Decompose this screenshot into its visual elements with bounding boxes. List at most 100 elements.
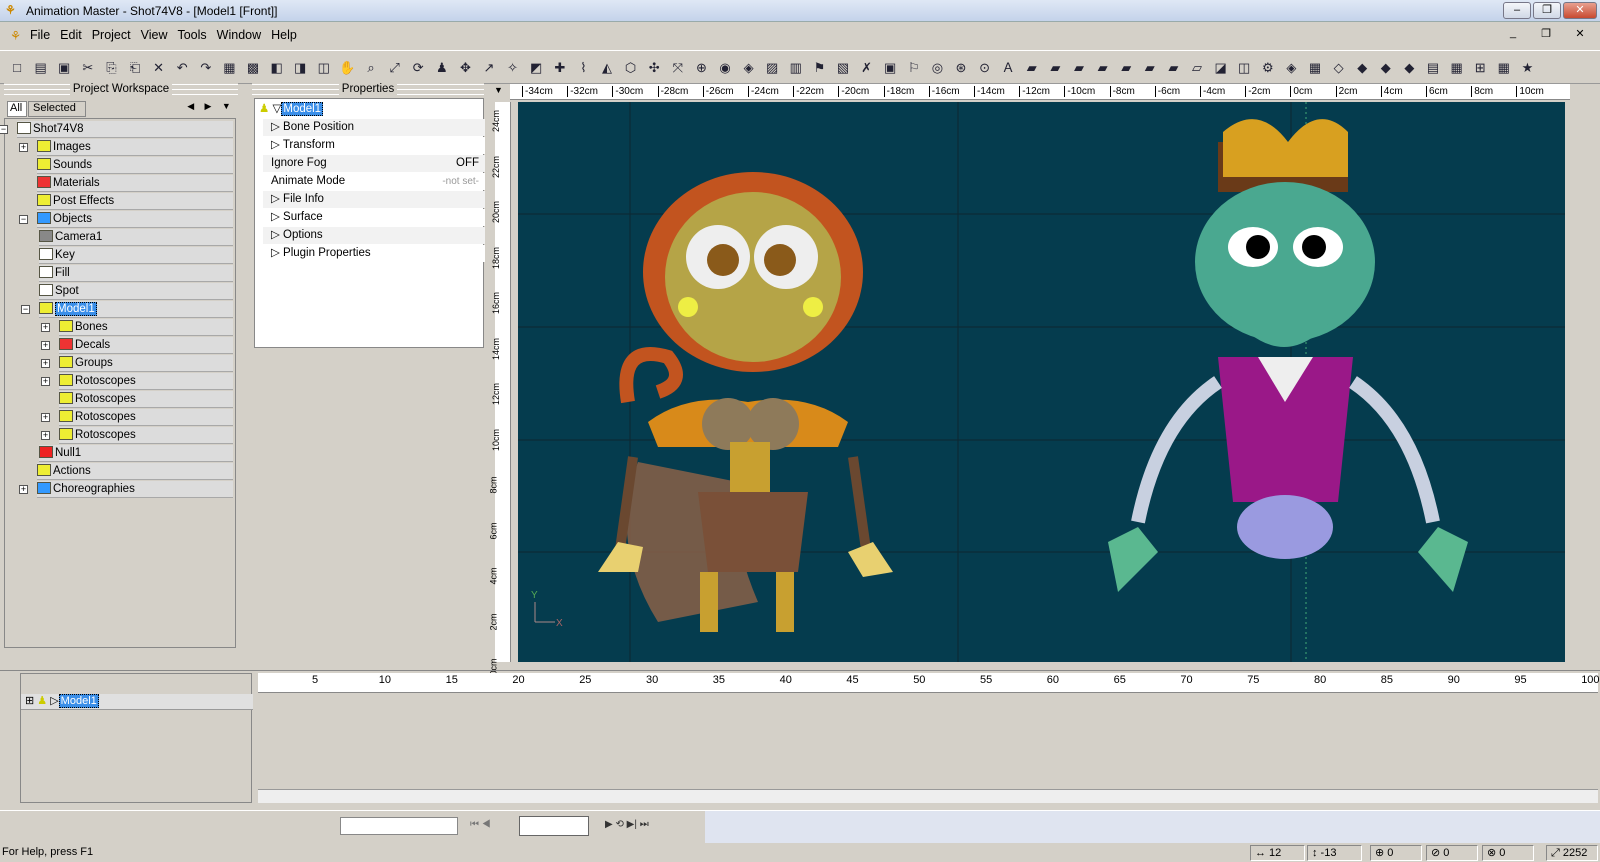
expand-toggle[interactable]: − xyxy=(19,215,28,224)
toolbar-icon[interactable]: ↷ xyxy=(197,59,215,77)
toolbar-icon[interactable]: ⎘ xyxy=(102,59,120,77)
property-row[interactable]: ▷ Bone Position xyxy=(263,119,485,136)
toolbar-icon[interactable]: ⌕ xyxy=(362,59,380,77)
mdi-close-button[interactable]: ✕ xyxy=(1570,27,1590,43)
toolbar-icon[interactable]: ▰ xyxy=(1117,59,1135,77)
toolbar-icon[interactable]: ◫ xyxy=(1235,59,1253,77)
tree-item[interactable]: Rotoscopes xyxy=(59,373,233,390)
tree-item[interactable]: Null1 xyxy=(39,445,233,462)
toolbar-icon[interactable]: ✂ xyxy=(79,59,97,77)
toolbar-icon[interactable]: ✋ xyxy=(338,59,356,77)
toolbar-icon[interactable]: ▣ xyxy=(881,59,899,77)
toolbar-icon[interactable]: ▰ xyxy=(1046,59,1064,77)
toolbar-icon[interactable]: ⚙ xyxy=(1259,59,1277,77)
tree-item[interactable]: Spot xyxy=(39,283,233,300)
close-button[interactable]: ✕ xyxy=(1563,2,1597,19)
toolbar-icon[interactable]: ▰ xyxy=(1141,59,1159,77)
toolbar-icon[interactable]: ⟳ xyxy=(409,59,427,77)
toolbar-icon[interactable]: ◆ xyxy=(1377,59,1395,77)
tree-item[interactable]: Bones xyxy=(59,319,233,336)
toolbar-icon[interactable]: ✣ xyxy=(645,59,663,77)
toolbar-icon[interactable]: ▰ xyxy=(1070,59,1088,77)
expand-toggle[interactable]: + xyxy=(41,323,50,332)
playback-forward-buttons[interactable]: ▶ ⟲ ▶| ⏭ xyxy=(605,819,649,830)
toolbar-icon[interactable]: ✚ xyxy=(551,59,569,77)
tree-item[interactable]: Model1 xyxy=(39,301,233,318)
toolbar-icon[interactable]: ▱ xyxy=(1188,59,1206,77)
toolbar-icon[interactable]: ◧ xyxy=(268,59,286,77)
expand-toggle[interactable]: + xyxy=(41,413,50,422)
toolbar-icon[interactable]: ◭ xyxy=(598,59,616,77)
ruler-dropdown[interactable]: ▼ xyxy=(494,85,503,95)
toolbar-icon[interactable]: ◫ xyxy=(315,59,333,77)
expand-toggle[interactable]: + xyxy=(19,143,28,152)
tree-item[interactable]: Groups xyxy=(59,355,233,372)
toolbar-icon[interactable]: ▦ xyxy=(1495,59,1513,77)
toolbar-icon[interactable]: ◉ xyxy=(716,59,734,77)
character-left[interactable] xyxy=(598,172,893,632)
toolbar-icon[interactable]: ⤢ xyxy=(386,59,404,77)
toolbar-icon[interactable]: ◈ xyxy=(1282,59,1300,77)
tree-item[interactable]: Choreographies xyxy=(37,481,233,498)
tree-item[interactable]: Sounds xyxy=(37,157,233,174)
expand-toggle[interactable]: − xyxy=(0,125,8,134)
toolbar-icon[interactable]: ◩ xyxy=(527,59,545,77)
tree-item[interactable]: Rotoscopes xyxy=(59,391,233,408)
property-row[interactable]: ▷ Plugin Properties xyxy=(263,245,485,262)
tab-nav-buttons[interactable]: ◀ ▶ ▼ xyxy=(182,101,236,117)
toolbar-icon[interactable]: ▦ xyxy=(220,59,238,77)
toolbar-icon[interactable]: ▨ xyxy=(763,59,781,77)
toolbar-icon[interactable]: ▤ xyxy=(32,59,50,77)
tree-item[interactable]: Materials xyxy=(37,175,233,192)
menu-project[interactable]: Project xyxy=(92,28,131,42)
property-row[interactable]: Animate Mode -not set- xyxy=(263,173,485,190)
frame-input[interactable] xyxy=(519,816,589,836)
toolbar-icon[interactable]: ◨ xyxy=(291,59,309,77)
expand-toggle[interactable]: + xyxy=(19,485,28,494)
toolbar-icon[interactable]: ✗ xyxy=(858,59,876,77)
tree-item[interactable]: Camera1 xyxy=(39,229,233,246)
property-row[interactable]: ▷ Surface xyxy=(263,209,485,226)
toolbar-icon[interactable]: ⊕ xyxy=(692,59,710,77)
toolbar-icon[interactable]: ⬡ xyxy=(622,59,640,77)
toolbar-icon[interactable]: ⎗ xyxy=(126,59,144,77)
tree-item[interactable]: Images xyxy=(37,139,233,156)
frame-slider[interactable] xyxy=(340,817,458,835)
toolbar-icon[interactable]: ◇ xyxy=(1330,59,1348,77)
toolbar-icon[interactable]: ✧ xyxy=(504,59,522,77)
tree-item[interactable]: Actions xyxy=(37,463,233,480)
toolbar-icon[interactable]: ◎ xyxy=(928,59,946,77)
toolbar-icon[interactable]: ◆ xyxy=(1400,59,1418,77)
toolbar-icon[interactable]: ★ xyxy=(1518,59,1536,77)
track-row[interactable]: ⊞ ♟ ▷ Model1 xyxy=(21,694,253,710)
tree-item[interactable]: Post Effects xyxy=(37,193,233,210)
toolbar-icon[interactable]: ▦ xyxy=(1306,59,1324,77)
toolbar-icon[interactable]: ↗ xyxy=(480,59,498,77)
expand-toggle[interactable]: − xyxy=(21,305,30,314)
timeline-area[interactable] xyxy=(258,694,1598,789)
property-row[interactable]: ▷ File Info xyxy=(263,191,485,208)
tree-item[interactable]: Objects xyxy=(37,211,233,228)
property-row[interactable]: Ignore Fog OFF xyxy=(263,155,485,172)
menu-help[interactable]: Help xyxy=(271,28,297,42)
toolbar-icon[interactable]: ⚐ xyxy=(905,59,923,77)
toolbar-icon[interactable]: ◆ xyxy=(1353,59,1371,77)
mdi-minimize-button[interactable]: _ xyxy=(1503,27,1523,43)
tab-selected[interactable]: Selected xyxy=(28,101,86,117)
toolbar-icon[interactable]: ⊞ xyxy=(1471,59,1489,77)
toolbar-icon[interactable]: ⌇ xyxy=(574,59,592,77)
toolbar-icon[interactable]: ⚑ xyxy=(810,59,828,77)
toolbar-icon[interactable]: ▦ xyxy=(1448,59,1466,77)
toolbar-icon[interactable]: ✥ xyxy=(456,59,474,77)
property-row[interactable]: ▷ Options xyxy=(263,227,485,244)
property-row[interactable]: ▷ Transform xyxy=(263,137,485,154)
tab-all[interactable]: All xyxy=(7,101,27,117)
toolbar-icon[interactable]: ▰ xyxy=(1094,59,1112,77)
menu-view[interactable]: View xyxy=(141,28,168,42)
toolbar-icon[interactable]: □ xyxy=(8,59,26,77)
minimize-button[interactable]: – xyxy=(1503,2,1531,19)
toolbar-icon[interactable]: ▥ xyxy=(787,59,805,77)
tree-item[interactable]: Rotoscopes xyxy=(59,409,233,426)
toolbar-icon[interactable]: ▣ xyxy=(55,59,73,77)
track-label[interactable]: Model1 xyxy=(58,694,99,708)
